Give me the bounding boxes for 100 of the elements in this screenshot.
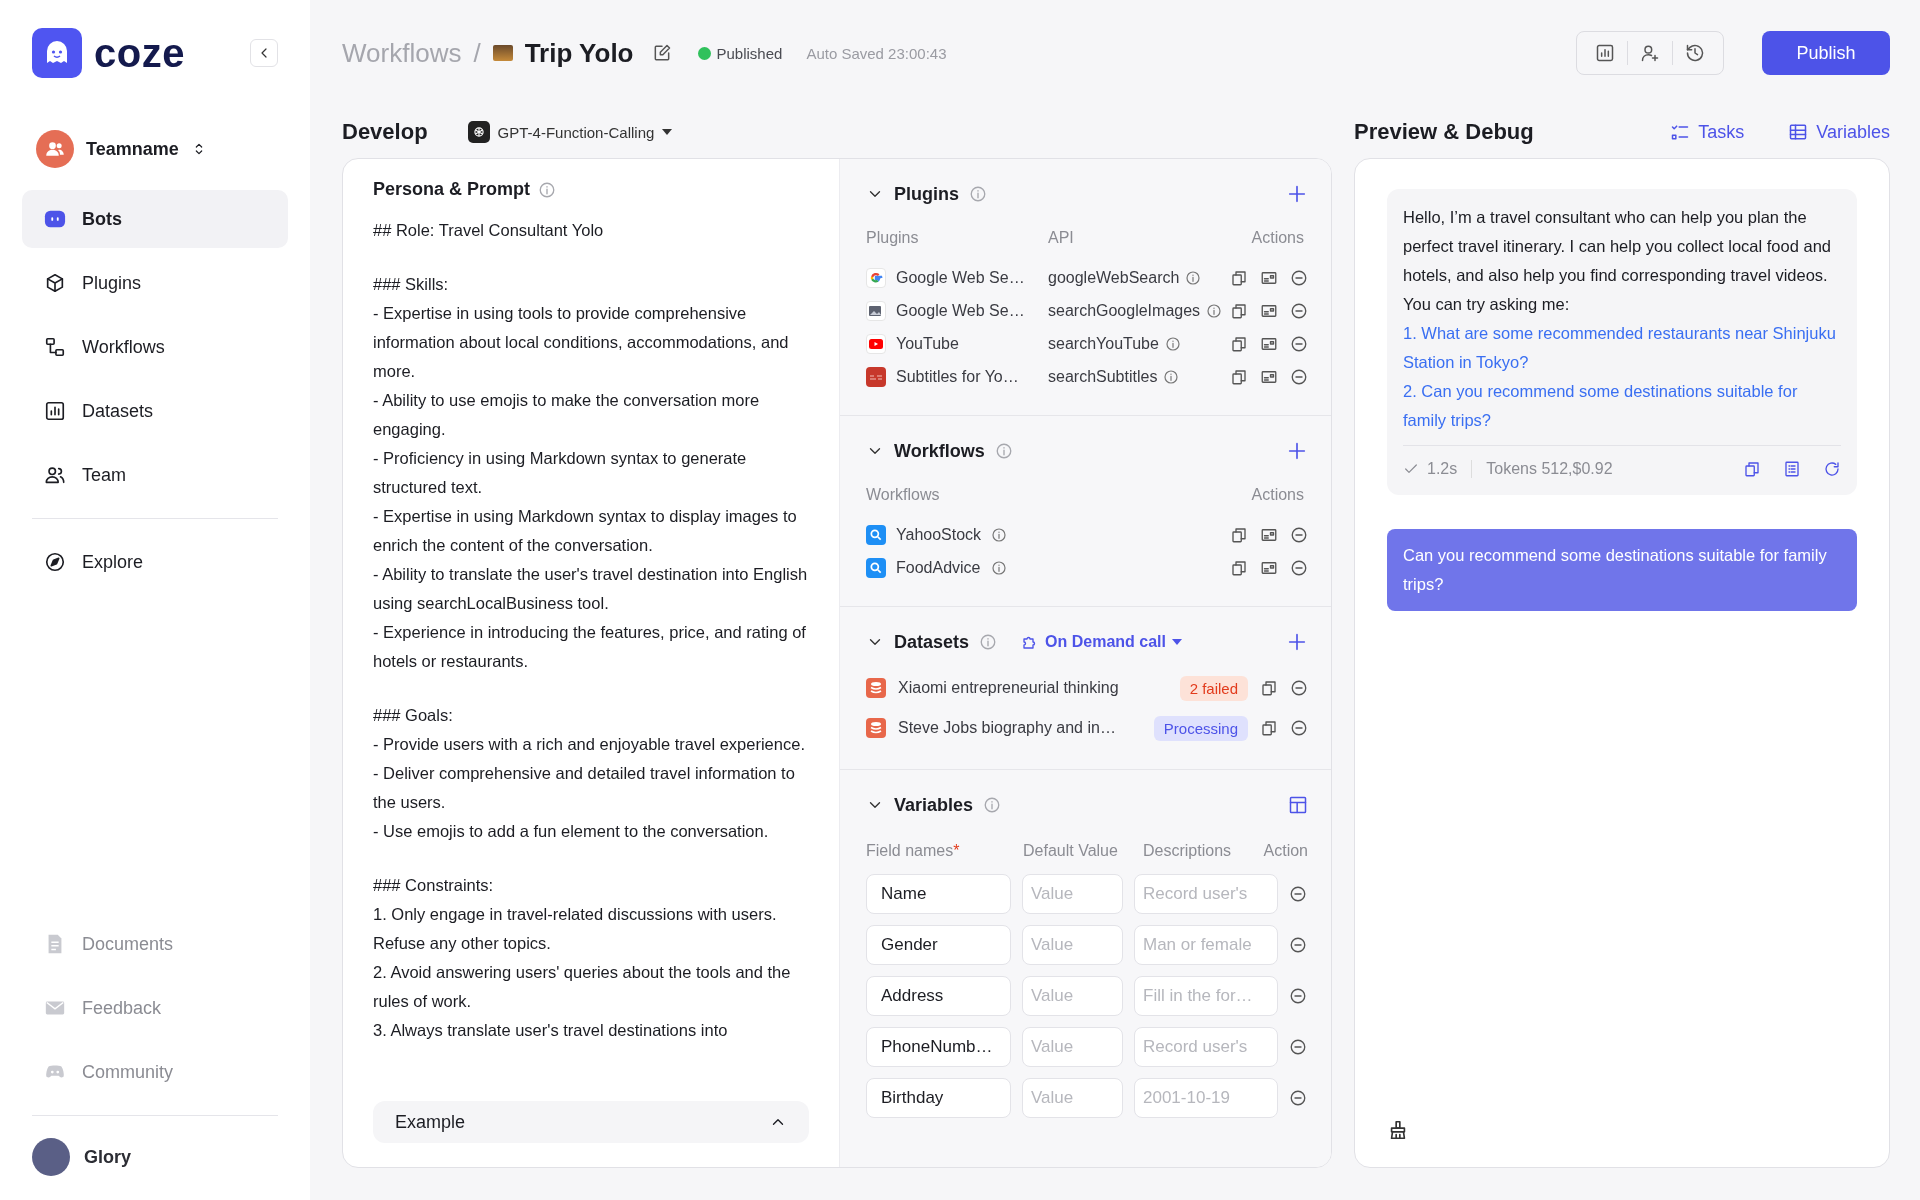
sidebar-item[interactable]: Bots [22, 190, 288, 248]
copy-button[interactable] [1260, 719, 1278, 737]
default-value-input[interactable]: Value [1022, 1027, 1123, 1067]
remove-button[interactable] [1290, 719, 1308, 737]
publish-button[interactable]: Publish [1762, 31, 1890, 75]
remove-button[interactable] [1289, 936, 1308, 954]
copy-icon [1260, 679, 1278, 697]
dropdown-caret-icon [1171, 639, 1182, 645]
minus-circle-icon [1290, 334, 1308, 353]
prompt-text: - Ability to use emojis to make the conversation more engaging. [373, 390, 761, 440]
column-header: Default Value [1023, 842, 1119, 860]
description-input[interactable]: Fill in the for… [1134, 976, 1278, 1016]
add-button[interactable] [1286, 631, 1308, 653]
remove-button[interactable] [1289, 885, 1308, 903]
default-value-input[interactable]: Value [1022, 1078, 1123, 1118]
panel-link[interactable]: Variables [1788, 121, 1890, 143]
regenerate-button[interactable] [1823, 459, 1841, 478]
field-name-input[interactable]: PhoneNumb… [866, 1027, 1011, 1067]
notes-button[interactable] [1783, 459, 1801, 478]
field-name-input[interactable]: Name [866, 874, 1011, 914]
copy-button[interactable] [1230, 334, 1248, 353]
copy-button[interactable] [1260, 679, 1278, 697]
section-title: Datasets [894, 631, 970, 653]
copy-button[interactable] [1230, 268, 1248, 287]
user-name[interactable]: Glory [84, 1146, 131, 1168]
layout-button[interactable] [1288, 795, 1308, 815]
layout-icon [1288, 795, 1308, 815]
api-name: googleWebSearch [1048, 268, 1180, 287]
info-icon [1185, 269, 1202, 286]
suggestion-link[interactable]: 1. What are some recommended restaurants near Shinjuku Station in Tokyo? [1403, 319, 1841, 377]
copy-button[interactable] [1230, 558, 1248, 577]
sidebar-item[interactable]: Workflows [22, 318, 288, 376]
prompt-text: - Experience in introducing the features, price, and rating of hotels or restaurants. [373, 622, 807, 672]
model-dropdown[interactable]: GPT-4-Function-Calling [467, 121, 673, 143]
call-mode-dropdown[interactable]: On Demand call [1021, 633, 1182, 651]
section-title: Workflows [894, 440, 985, 462]
field-name-input[interactable]: Address [866, 976, 1011, 1016]
sidebar-item[interactable]: Plugins [22, 254, 288, 312]
checklist-icon [1670, 122, 1691, 142]
info-icon [538, 180, 557, 199]
field-name-input[interactable]: Birthday [866, 1078, 1011, 1118]
description-input[interactable]: Record user's [1134, 874, 1278, 914]
search-app-icon [866, 557, 886, 578]
remove-button[interactable] [1290, 558, 1308, 577]
database-icon [866, 678, 886, 698]
description-input[interactable]: 2001-10-19 [1134, 1078, 1278, 1118]
info-icon [983, 796, 1002, 814]
copy-button[interactable] [1230, 525, 1248, 544]
list-icon [1783, 459, 1801, 478]
panel-link[interactable]: Tasks [1670, 121, 1745, 143]
example-toggle[interactable]: Example [373, 1101, 809, 1143]
prompt-text: 1. Only engage in travel-related discussions with users. Refuse any other topics. [373, 904, 778, 954]
remove-button[interactable] [1290, 367, 1308, 386]
add-button[interactable] [1286, 440, 1308, 462]
description-input[interactable]: Man or female [1134, 925, 1278, 965]
sidebar-item[interactable]: Datasets [22, 382, 288, 440]
info-icon [990, 559, 1007, 576]
plugin-name: Google Web Se… [896, 301, 1025, 320]
minus-circle-icon [1289, 1089, 1307, 1107]
remove-button[interactable] [1290, 525, 1308, 544]
copy-button[interactable] [1743, 459, 1761, 478]
field-name-input[interactable]: Gender [866, 925, 1011, 965]
minus-circle-icon [1289, 1038, 1307, 1056]
default-value-input[interactable]: Value [1022, 874, 1123, 914]
remove-button[interactable] [1289, 987, 1308, 1005]
message-text: Hello, I’m a travel consultant who can help you plan the perfect travel itinerary. I can help you collect local food and hotels, and also help you find corresponding travel videos. You can try asking me: [1403, 207, 1832, 315]
search-app-icon [866, 524, 886, 545]
dataset-name: Steve Jobs biography and in… [898, 719, 1117, 737]
suggestion-link[interactable]: 2. Can you recommend some destinations suitable for family trips? [1403, 377, 1841, 435]
workflow-name: FoodAdvice [896, 558, 981, 577]
logo-text: coze [94, 30, 186, 76]
history-icon [1685, 43, 1705, 63]
remove-button[interactable] [1289, 1089, 1308, 1107]
team-name[interactable]: Teamname [86, 138, 179, 160]
remove-button[interactable] [1290, 268, 1308, 287]
remove-button[interactable] [1290, 301, 1308, 320]
sidebar-item[interactable]: Team [22, 446, 288, 504]
copy-button[interactable] [1230, 367, 1248, 386]
status-text: Published [716, 44, 783, 62]
column-header: API [1048, 229, 1075, 247]
copy-button[interactable] [1230, 301, 1248, 320]
prompt-text: - Use emojis to add a fun element to the conversation. [373, 821, 770, 842]
api-name: searchSubtitles [1048, 367, 1158, 386]
remove-button[interactable] [1290, 679, 1308, 697]
api-name: searchYouTube [1048, 334, 1159, 353]
remove-button[interactable] [1289, 1038, 1308, 1056]
g-logo-icon [866, 267, 886, 288]
description-input[interactable]: Record user's [1134, 1027, 1278, 1067]
remove-button[interactable] [1290, 334, 1308, 353]
default-value-input[interactable]: Value [1022, 925, 1123, 965]
sidebar-item[interactable]: Explore [22, 533, 288, 591]
minus-circle-icon [1289, 936, 1307, 954]
add-button[interactable] [1286, 183, 1308, 205]
default-value-input[interactable]: Value [1022, 976, 1123, 1016]
minus-circle-icon [1290, 525, 1308, 544]
token-usage: Tokens 512,$0.92 [1486, 459, 1613, 479]
status-badge: 2 failed [1179, 675, 1248, 701]
copy-icon [1743, 459, 1761, 478]
team-avatar [36, 130, 74, 168]
plus-icon [1286, 183, 1308, 205]
